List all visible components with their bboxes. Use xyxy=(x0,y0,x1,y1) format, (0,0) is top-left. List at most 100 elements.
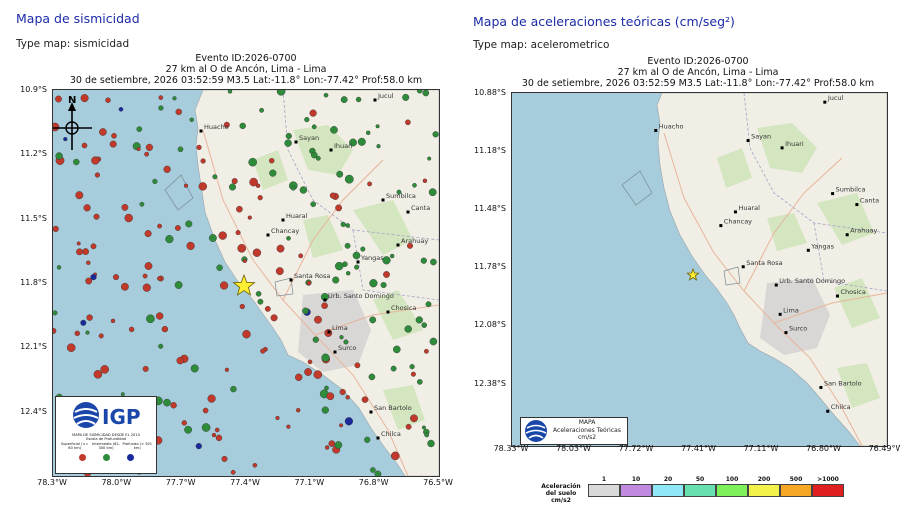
accel-scale-label: Aceleración del suelo cm/s2 xyxy=(541,483,581,504)
seismic-event-dot xyxy=(136,126,143,132)
seismic-event-dot xyxy=(352,251,361,260)
left-event-header: Evento ID:2026-0700 27 km al O de Ancón,… xyxy=(52,53,440,86)
seismic-event-dot xyxy=(309,109,317,117)
right-place-label: Surco xyxy=(789,325,807,333)
seismic-event-dot xyxy=(75,191,84,200)
seismic-event-dot xyxy=(170,402,177,409)
right-epicenter-star[interactable] xyxy=(686,267,700,281)
seismic-event-dot xyxy=(145,143,154,152)
seismic-event-dot xyxy=(369,316,377,324)
seismic-event-dot xyxy=(220,281,229,290)
seismic-event-dot xyxy=(404,325,412,333)
seismic-event-dot xyxy=(218,231,227,240)
seismic-event-dot xyxy=(53,225,59,232)
right-place-marker xyxy=(835,294,839,298)
seismic-event-dot xyxy=(339,388,346,396)
right-logo-line3: cm/s2 xyxy=(577,434,597,441)
seismic-event-dot xyxy=(239,122,246,130)
left-logo-box: IGP MAPA DE SISMICIDAD DESDE EL 2010 Esc… xyxy=(55,396,157,474)
seismic-event-dot xyxy=(158,105,164,111)
left-place-marker xyxy=(369,410,373,414)
seismic-event-dot xyxy=(136,147,141,152)
seismic-event-dot xyxy=(111,133,117,139)
left-lat-tick: 10.9°S xyxy=(20,85,47,94)
right-place-marker xyxy=(819,385,823,389)
left-place-marker xyxy=(323,298,327,302)
left-place-label: Ihuari xyxy=(334,142,353,150)
seismic-event-dot xyxy=(402,93,410,101)
left-place-marker xyxy=(289,278,293,282)
seismic-event-dot xyxy=(230,385,237,393)
seismic-event-dot xyxy=(312,336,319,343)
seismic-event-dot xyxy=(172,96,177,101)
seismic-event-dot xyxy=(354,264,360,270)
seismic-event-dot xyxy=(422,90,430,97)
seismic-event-dot xyxy=(190,364,199,373)
seismic-event-dot xyxy=(286,424,291,429)
seismic-event-dot xyxy=(321,353,330,362)
right-place-marker xyxy=(831,192,835,196)
seismic-event-dot xyxy=(157,223,163,229)
seismic-event-dot xyxy=(355,96,362,103)
right-place-label: Ihuari xyxy=(785,140,804,148)
right-map[interactable]: Jucul Sayan Huacho Ihuari Sumbilca Canta Huara… xyxy=(511,92,888,447)
right-place-label: Chosica xyxy=(840,288,865,296)
north-label: N xyxy=(68,95,76,106)
seismic-event-dot xyxy=(415,316,423,324)
seismic-event-dot xyxy=(290,185,296,191)
right-lat-tick: 12.38°S xyxy=(474,378,506,388)
seismic-event-dot xyxy=(329,192,337,199)
left-lon-tick: 77.1°W xyxy=(294,478,325,487)
depth-legend: Superficial (<= 60 km) Intermedio (61-30… xyxy=(56,442,156,451)
seismic-event-dot xyxy=(100,365,110,374)
seismic-event-dot xyxy=(109,140,117,148)
seismic-event-dot xyxy=(55,95,62,103)
seismic-event-dot xyxy=(409,364,415,370)
left-map[interactable]: Jucul Sayan Huacho Ihuari Sumbilca Canta Huara… xyxy=(52,89,440,477)
depth-class-1: Superficial (<= 60 km) xyxy=(60,441,89,451)
right-place-label: Chancay xyxy=(724,218,752,226)
seismic-event-dot xyxy=(142,283,151,292)
accel-scale-value: 1 xyxy=(601,476,607,483)
seismic-event-dot xyxy=(184,425,193,434)
seismic-event-dot xyxy=(270,314,278,322)
right-place-marker xyxy=(733,210,737,214)
seismic-event-dot xyxy=(422,178,428,184)
depth-swatch-shallow xyxy=(78,453,86,461)
seismic-event-dot xyxy=(248,157,257,167)
seismic-event-dot xyxy=(207,394,216,403)
depth-swatch-deep xyxy=(126,453,134,461)
left-lon-tick: 76.5°W xyxy=(423,478,453,487)
right-place-label: Urb. Santo Domingo xyxy=(779,277,845,285)
left-lat-tick: 12.4°S xyxy=(20,406,47,416)
seismic-event-dot xyxy=(165,235,174,244)
seismic-event-dot xyxy=(375,124,380,129)
left-lon-tick: 76.8°W xyxy=(358,478,389,487)
seismic-event-dot xyxy=(235,230,241,236)
seismic-event-dot xyxy=(346,271,351,276)
seismic-event-dot xyxy=(99,128,107,136)
seismic-event-dot xyxy=(427,439,435,448)
seismic-event-dot xyxy=(311,124,317,130)
accel-scale-value: 50 xyxy=(695,476,705,483)
right-lon-tick: 78.03°W xyxy=(556,444,591,453)
seismic-event-dot xyxy=(285,132,292,140)
seismic-event-dot xyxy=(335,261,344,271)
seismic-event-dot xyxy=(85,330,90,335)
seismic-event-dot xyxy=(420,257,427,264)
seismic-event-dot xyxy=(224,367,229,372)
seismic-event-dot xyxy=(257,195,263,201)
left-place-marker xyxy=(381,198,385,202)
seismic-event-dot xyxy=(56,265,62,270)
seismic-event-dot xyxy=(121,204,129,211)
seismic-event-dot xyxy=(86,314,93,321)
seismic-event-dot xyxy=(158,343,164,349)
right-place-label: Canta xyxy=(860,197,879,205)
seismic-event-dot xyxy=(212,174,218,180)
left-place-marker xyxy=(281,218,285,222)
seismic-event-dot xyxy=(155,312,164,320)
seismic-event-dot xyxy=(175,225,181,231)
right-lat-tick: 10.88°S xyxy=(474,88,506,97)
seismic-event-dot xyxy=(198,182,208,191)
seismic-event-dot xyxy=(340,96,348,104)
